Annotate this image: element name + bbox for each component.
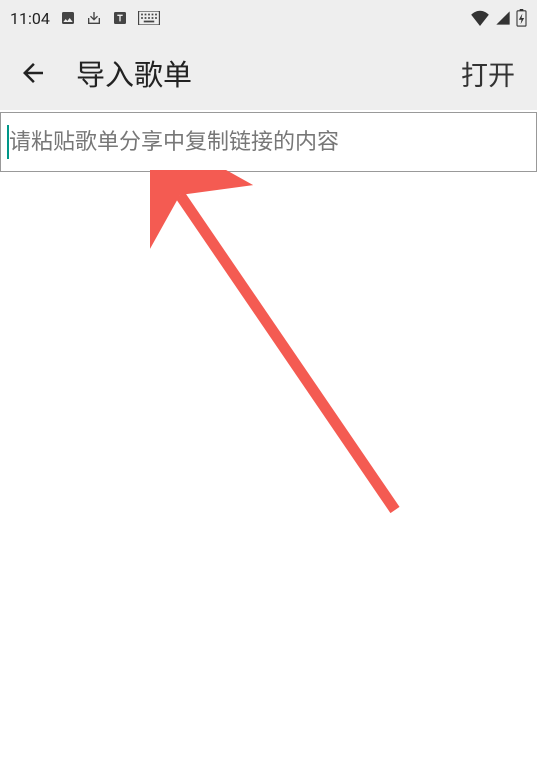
image-icon (60, 10, 76, 26)
status-icons-left (60, 10, 160, 26)
keyboard-icon (138, 11, 160, 25)
download-icon (86, 10, 102, 26)
status-left: 11:04 (10, 9, 160, 28)
status-bar: 11:04 (0, 0, 537, 36)
battery-charging-icon (516, 9, 527, 27)
input-container[interactable] (0, 112, 537, 172)
text-cursor (7, 125, 9, 159)
arrow-back-icon (18, 58, 48, 88)
back-button[interactable] (18, 58, 48, 88)
playlist-url-input[interactable] (1, 113, 536, 171)
status-right (470, 9, 527, 27)
font-icon (112, 10, 128, 26)
page-title: 导入歌单 (76, 52, 433, 94)
status-time: 11:04 (10, 9, 50, 28)
signal-icon (494, 10, 512, 26)
wifi-icon (470, 10, 490, 26)
app-bar: 导入歌单 打开 (0, 36, 537, 110)
open-button[interactable]: 打开 (461, 54, 519, 93)
annotation-arrow (150, 170, 420, 540)
